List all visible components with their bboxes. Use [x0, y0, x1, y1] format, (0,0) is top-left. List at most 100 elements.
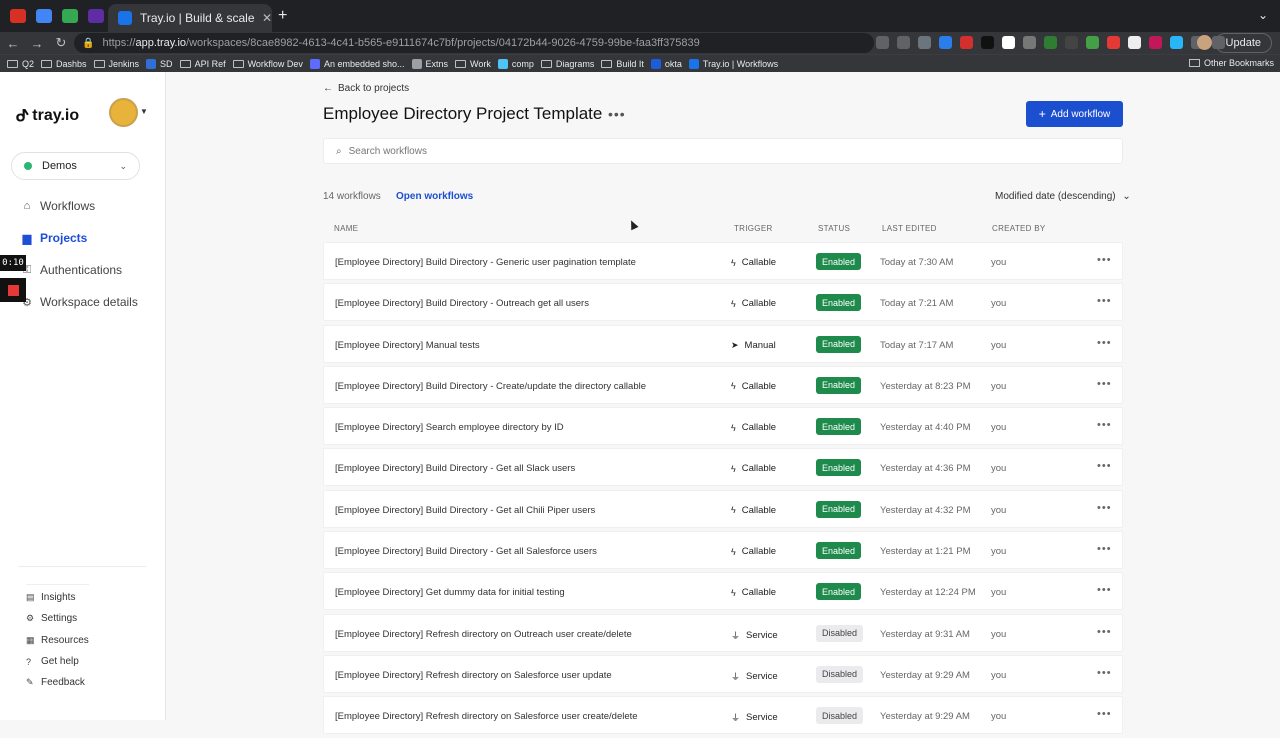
close-tab-icon[interactable]: ✕ [262, 11, 272, 25]
sidebar-item-resources[interactable]: ▦ Resources [26, 630, 89, 651]
row-more-icon[interactable]: ••• [1097, 254, 1112, 266]
sort-select[interactable]: Modified date (descending) ⌄ [995, 191, 1131, 202]
active-tab[interactable]: Tray.io | Build & scale high value ✕ [108, 4, 272, 32]
table-row[interactable]: [Employee Directory] Build Directory - O… [323, 283, 1123, 322]
t-extension-icon[interactable] [1023, 36, 1036, 49]
tab-search-chevron-icon[interactable]: ⌄ [1258, 8, 1268, 22]
workflow-name[interactable]: [Employee Directory] Manual tests [335, 340, 480, 351]
row-more-icon[interactable]: ••• [1097, 502, 1112, 514]
bookmark-item[interactable]: SD [146, 58, 173, 69]
stop-recording-button[interactable] [0, 278, 26, 302]
row-more-icon[interactable]: ••• [1097, 708, 1112, 720]
other-bookmarks[interactable]: Other Bookmarks [1188, 58, 1274, 68]
bookmark-item[interactable]: Q2 [7, 59, 34, 69]
table-row[interactable]: [Employee Directory] Build Directory - G… [323, 242, 1123, 280]
brand-logo[interactable]: ᕷ tray.io [16, 106, 79, 126]
bookmark-item[interactable]: Jenkins [93, 59, 139, 69]
bookmark-item[interactable]: Extns [411, 58, 448, 69]
table-row[interactable]: [Employee Directory] Build Directory - G… [323, 489, 1123, 528]
sidebar-item-authentications[interactable]: ⚿ Authentications [20, 254, 138, 286]
bookmark-item[interactable]: okta [650, 58, 682, 69]
workflow-name[interactable]: [Employee Directory] Refresh directory o… [335, 670, 612, 681]
workflow-name[interactable]: [Employee Directory] Build Directory - G… [335, 505, 595, 516]
drive-pinned-tab-icon[interactable] [62, 9, 78, 23]
bookmark-item[interactable]: comp [497, 58, 534, 69]
bookmark-item[interactable]: An embedded sho... [309, 58, 405, 69]
ghost-extension-icon[interactable] [1128, 36, 1141, 49]
pink-extension-icon[interactable] [1149, 36, 1162, 49]
table-row[interactable]: [Employee Directory] Refresh directory o… [323, 696, 1123, 735]
s-extension-icon[interactable] [1065, 36, 1078, 49]
row-more-icon[interactable]: ••• [1097, 337, 1112, 349]
bookmark-item[interactable]: Tray.io | Workflows [688, 58, 778, 69]
white-extension-icon[interactable] [1002, 36, 1015, 49]
green-extension-icon[interactable] [1044, 36, 1057, 49]
dark-extension-icon[interactable] [981, 36, 994, 49]
workflow-name[interactable]: [Employee Directory] Build Directory - O… [335, 298, 589, 309]
workflow-name[interactable]: [Employee Directory] Get dummy data for … [335, 587, 565, 598]
share-icon[interactable] [876, 36, 889, 49]
sidebar-item-get-help[interactable]: ? Get help [26, 651, 89, 672]
gmail-pinned-tab-icon[interactable] [10, 9, 26, 23]
calendar-pinned-tab-icon[interactable] [36, 9, 52, 23]
workflow-name[interactable]: [Employee Directory] Build Directory - C… [335, 381, 646, 392]
workflow-name[interactable]: [Employee Directory] Build Directory - G… [335, 257, 636, 268]
workflow-name[interactable]: [Employee Directory] Build Directory - G… [335, 546, 597, 557]
cloud-extension-icon[interactable] [1170, 36, 1183, 49]
bookmark-item[interactable]: Dashbs [41, 59, 87, 69]
forward-arrow-icon[interactable]: → [26, 36, 48, 51]
sidebar-item-workflows[interactable]: ⌂ Workflows [20, 190, 138, 222]
download-extension-icon[interactable] [1086, 36, 1099, 49]
workflow-name[interactable]: [Employee Directory] Refresh directory o… [335, 629, 632, 640]
workspace-switcher[interactable]: Demos ⌄ [11, 152, 140, 180]
row-more-icon[interactable]: ••• [1097, 419, 1112, 431]
workflow-name[interactable]: [Employee Directory] Build Directory - G… [335, 463, 575, 474]
back-arrow-icon[interactable]: ← [2, 36, 24, 51]
project-more-icon[interactable]: ••• [608, 106, 626, 122]
star-icon[interactable] [897, 36, 910, 49]
sidebar-item-settings[interactable]: ⚙ Settings [26, 608, 89, 629]
sidebar-item-projects[interactable]: ▆ Projects [20, 222, 138, 254]
bookmark-item[interactable]: Workflow Dev [232, 59, 303, 69]
row-more-icon[interactable]: ••• [1097, 295, 1112, 307]
open-workflows-link[interactable]: Open workflows [396, 191, 473, 202]
shield-extension-icon[interactable] [918, 36, 931, 49]
row-more-icon[interactable]: ••• [1097, 667, 1112, 679]
sidebar-item-feedback[interactable]: ✎ Feedback [26, 672, 89, 693]
bookmark-item[interactable]: Build It [601, 59, 644, 69]
bookmark-item[interactable]: Work [455, 59, 491, 69]
table-row[interactable]: [Employee Directory] Refresh directory o… [323, 613, 1123, 652]
table-row[interactable]: [Employee Directory] Manual tests ➤ Manual… [323, 324, 1123, 363]
row-more-icon[interactable]: ••• [1097, 626, 1112, 638]
update-button[interactable]: Update [1214, 33, 1272, 53]
address-bar[interactable]: 🔒 https://app.tray.io/workspaces/8cae898… [74, 33, 874, 53]
profile-avatar[interactable] [1197, 35, 1212, 50]
sidebar-item-insights[interactable]: ▤ Insights [26, 587, 89, 608]
bookmark-item[interactable]: API Ref [179, 59, 226, 69]
search-workflows-input[interactable]: ⌕ Search workflows [323, 138, 1123, 164]
table-row[interactable]: [Employee Directory] Refresh directory o… [323, 654, 1123, 693]
reload-icon[interactable]: ↻ [50, 35, 72, 51]
row-more-icon[interactable]: ••• [1097, 460, 1112, 472]
table-row[interactable]: [Employee Directory] Build Directory - G… [323, 448, 1123, 487]
row-more-icon[interactable]: ••• [1097, 584, 1112, 596]
table-row[interactable]: [Employee Directory] Get dummy data for … [323, 572, 1123, 611]
bookmark-item[interactable]: Diagrams [540, 59, 594, 69]
new-tab-icon[interactable]: + [278, 7, 287, 25]
caret-down-icon[interactable]: ▼ [140, 107, 148, 116]
workflow-name[interactable]: [Employee Directory] Refresh directory o… [335, 711, 638, 722]
table-row[interactable]: [Employee Directory] Build Directory - C… [323, 365, 1123, 404]
row-more-icon[interactable]: ••• [1097, 543, 1112, 555]
red-extension-icon[interactable] [960, 36, 973, 49]
row-more-icon[interactable]: ••• [1097, 378, 1112, 390]
pdf-extension-icon[interactable] [1107, 36, 1120, 49]
workflow-name[interactable]: [Employee Directory] Search employee dir… [335, 422, 564, 433]
app-pinned-tab-icon[interactable] [88, 9, 104, 23]
add-workflow-button[interactable]: + Add workflow [1026, 101, 1123, 127]
table-row[interactable]: [Employee Directory] Search employee dir… [323, 407, 1123, 446]
back-to-projects-link[interactable]: ← Back to projects [323, 83, 409, 94]
org-avatar[interactable] [109, 98, 138, 127]
table-row[interactable]: [Employee Directory] Build Directory - G… [323, 531, 1123, 570]
zoom-extension-icon[interactable] [939, 36, 952, 49]
sidebar-item-workspace-details[interactable]: ⚙ Workspace details [20, 286, 138, 318]
